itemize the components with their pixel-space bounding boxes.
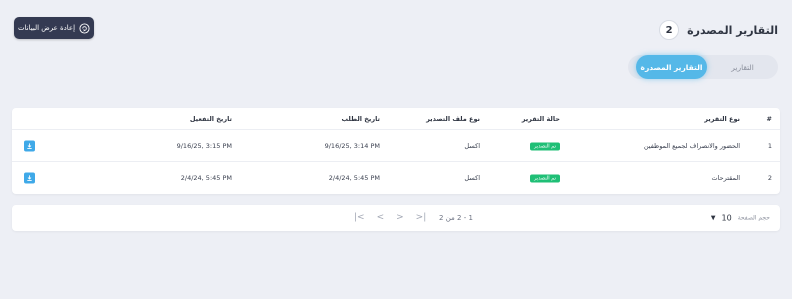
pagination-bar: حجم الصفحة 10 ▼ 1 - 2 من 2 |< < > >| xyxy=(12,205,780,231)
reload-data-label: إعادة عرض البيانات xyxy=(17,24,76,32)
row-request-date: 9/16/25, 3:14 PM xyxy=(324,141,380,150)
page: التقارير المصدرة 2 إعادة عرض البيانات ال… xyxy=(0,0,792,299)
table-row: 1 الحضور والانصراف لجميع الموظفين تم الت… xyxy=(12,130,780,162)
status-badge: تم التصدير xyxy=(530,142,560,150)
page-size-label: حجم الصفحة xyxy=(737,214,770,222)
tab-reports[interactable]: التقارير xyxy=(707,55,778,79)
first-page-icon[interactable]: |< xyxy=(354,213,365,223)
row-number: 2 xyxy=(767,174,772,182)
row-download xyxy=(24,140,35,151)
table-row: 2 المقترحات تم التصدير اكسل 2/4/24, 5:45… xyxy=(12,162,780,194)
row-status: تم التصدير xyxy=(530,141,560,150)
last-page-icon[interactable]: >| xyxy=(416,213,427,223)
chevron-down-icon[interactable]: ▼ xyxy=(711,215,716,222)
column-header-number: # xyxy=(766,114,772,123)
row-status: تم التصدير xyxy=(530,174,560,183)
row-request-date: 2/4/24, 5:45 PM xyxy=(328,174,380,182)
next-page-icon[interactable]: > xyxy=(396,213,404,223)
pagination-controls: |< < > >| xyxy=(354,213,427,223)
column-header-report-type: نوع التقرير xyxy=(704,114,740,123)
reports-count-badge: 2 xyxy=(659,20,680,40)
row-report-type: المقترحات xyxy=(711,174,741,182)
column-header-status: حالة التقرير xyxy=(521,114,560,123)
row-file-type: اكسل xyxy=(464,174,480,182)
reload-data-button[interactable]: إعادة عرض البيانات xyxy=(14,17,94,39)
row-download xyxy=(24,172,35,184)
tab-exported-reports[interactable]: التقارير المصدرة xyxy=(636,55,707,79)
table-header-row: # نوع التقرير حالة التقرير نوع ملف التصد… xyxy=(12,108,780,130)
status-badge: تم التصدير xyxy=(530,174,560,183)
row-run-date: 9/16/25, 3:15 PM xyxy=(176,141,232,150)
exported-reports-table: # نوع التقرير حالة التقرير نوع ملف التصد… xyxy=(12,108,780,194)
column-header-file-type: نوع ملف التصدير xyxy=(426,114,480,123)
row-run-date: 2/4/24, 5:45 PM xyxy=(180,174,232,182)
page-size-selector[interactable]: حجم الصفحة 10 ▼ xyxy=(711,214,770,223)
page-range-text: 1 - 2 من 2 xyxy=(439,214,473,222)
page-header: التقارير المصدرة 2 xyxy=(659,20,778,40)
row-number: 1 xyxy=(767,141,772,150)
refresh-icon xyxy=(79,22,90,34)
page-size-value: 10 xyxy=(721,213,732,223)
prev-page-icon[interactable]: < xyxy=(377,213,385,223)
page-title: التقارير المصدرة xyxy=(687,23,778,37)
row-file-type: اكسل xyxy=(464,141,480,150)
report-tabs: التقارير التقارير المصدرة xyxy=(628,55,778,79)
download-icon[interactable] xyxy=(24,172,35,184)
column-header-run-date: تاريخ التفعيل xyxy=(189,114,232,123)
row-report-type: الحضور والانصراف لجميع الموظفين xyxy=(643,141,740,150)
column-header-request-date: تاريخ الطلب xyxy=(341,114,380,123)
download-icon[interactable] xyxy=(24,140,35,151)
